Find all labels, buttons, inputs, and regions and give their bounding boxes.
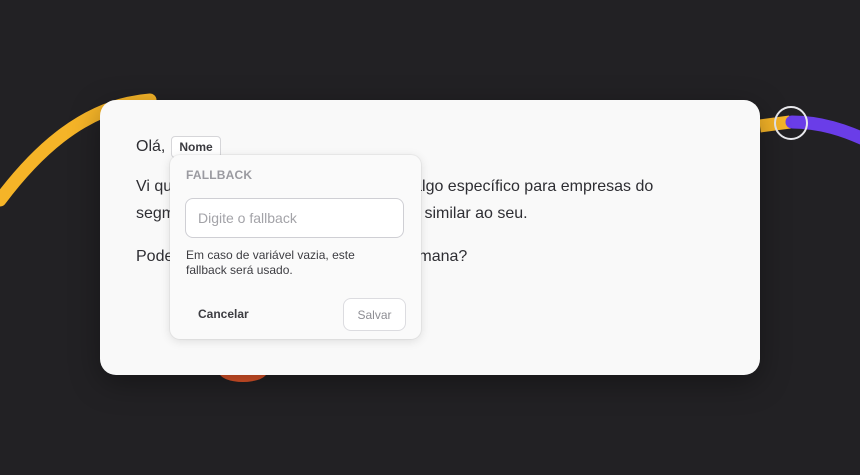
message-line-2-start: Vi qu: [136, 178, 173, 195]
fallback-input[interactable]: [185, 198, 404, 238]
message-line-4-end: mana?: [418, 248, 468, 265]
cancel-button[interactable]: Cancelar: [186, 298, 261, 330]
message-line-4-start: Pode: [136, 248, 174, 265]
greeting-text: Olá,: [136, 138, 166, 155]
purple-curve: [785, 115, 860, 145]
fallback-help-text: Em caso de variável vazia, este fallback…: [186, 248, 355, 277]
fallback-heading: FALLBACK: [186, 168, 253, 182]
save-button[interactable]: Salvar: [343, 298, 406, 331]
fallback-popover: FALLBACK Em caso de variável vazia, este…: [170, 155, 421, 339]
editor-stage: Olá, Nome Vi qu eparei algo específico pa…: [0, 0, 860, 475]
message-line-3-end: o similar ao seu.: [411, 205, 528, 222]
